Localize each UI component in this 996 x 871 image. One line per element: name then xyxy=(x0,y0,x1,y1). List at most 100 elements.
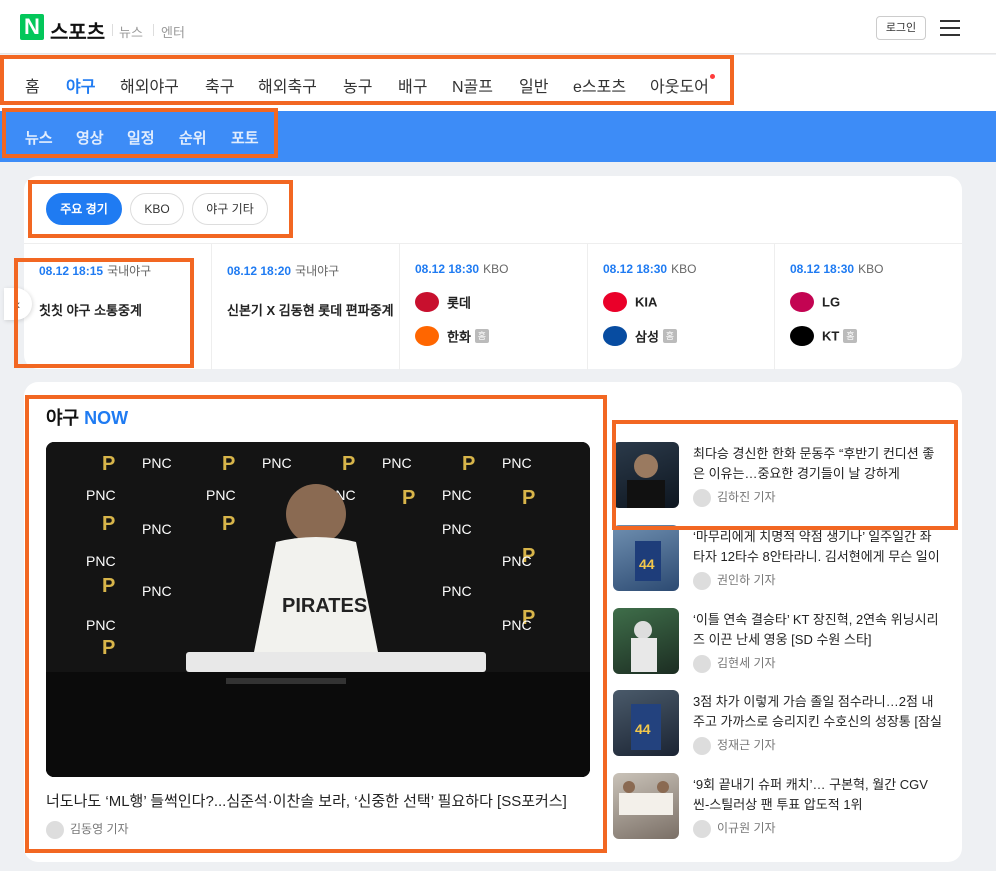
game-time: 08.12 18:20 국내야구 xyxy=(227,264,340,278)
subnav-news[interactable]: 뉴스 xyxy=(25,127,53,148)
svg-text:P: P xyxy=(402,487,415,509)
category-volleyball[interactable]: 배구 xyxy=(398,73,427,97)
tigers-emblem-icon xyxy=(603,292,627,312)
category-general[interactable]: 일반 xyxy=(519,73,548,97)
eagles-emblem-icon xyxy=(415,326,439,346)
game-time: 08.12 18:30 KBO xyxy=(790,262,884,276)
team-home: 삼성 홈 xyxy=(603,326,677,350)
svg-text:PNC: PNC xyxy=(142,455,172,471)
game-time: 08.12 18:30 KBO xyxy=(603,262,697,276)
category-esports[interactable]: e스포츠 xyxy=(573,73,626,97)
reporter-avatar xyxy=(693,819,711,838)
lions-emblem-icon xyxy=(603,326,627,346)
article-headline: ‘마무리에게 치명적 약점 생기나’ 일주일간 좌타자 12타수 8안타라니. … xyxy=(693,529,940,564)
giants-emblem-icon xyxy=(415,292,439,312)
svg-text:PNC: PNC xyxy=(502,553,532,569)
svg-text:P: P xyxy=(102,637,115,659)
game-strip: 08.12 18:15 국내야구 칫칫 야구 소통중계 08.12 18:20 국내… xyxy=(24,243,962,370)
new-dot-icon xyxy=(710,74,715,79)
reporter-avatar xyxy=(693,488,711,507)
sports-logo-text[interactable]: 스포츠 xyxy=(50,16,105,45)
home-badge: 홈 xyxy=(474,329,489,343)
subnav-video[interactable]: 영상 xyxy=(76,127,104,148)
game-card[interactable]: 08.12 18:30 KBO KIA 삼성 홈 xyxy=(588,244,775,370)
side-article[interactable]: ‘이틀 연속 결승타’ KT 장진혁, 2연속 위닝시리즈 이끈 난세 영웅 [… xyxy=(613,608,943,678)
svg-text:PIRATES: PIRATES xyxy=(282,595,367,617)
svg-text:P: P xyxy=(462,453,475,475)
svg-text:PNC: PNC xyxy=(502,617,532,633)
svg-text:P: P xyxy=(222,513,235,535)
category-basketball[interactable]: 농구 xyxy=(343,73,372,97)
game-card[interactable]: 08.12 18:15 국내야구 칫칫 야구 소통중계 xyxy=(24,244,212,370)
svg-text:PNC: PNC xyxy=(382,455,412,471)
category-golf[interactable]: N골프 xyxy=(452,73,493,97)
svg-text:PNC: PNC xyxy=(206,487,236,503)
team-away: LG xyxy=(790,292,840,316)
svg-text:P: P xyxy=(522,487,535,509)
svg-text:PNC: PNC xyxy=(142,583,172,599)
side-article[interactable]: 44 3점 차가 이렇게 가슴 졸일 점수라니…2점 내주고 가까스로 승리지킨… xyxy=(613,690,943,760)
game-card[interactable]: 08.12 18:20 국내야구 신본기 X 김동현 롯데 편파중계 xyxy=(212,244,400,370)
login-button[interactable]: 로그인 xyxy=(876,16,926,40)
article-headline: ‘이틀 연속 결승타’ KT 장진혁, 2연속 위닝시리즈 이끈 난세 영웅 [… xyxy=(693,612,939,647)
reporter-avatar xyxy=(693,571,711,590)
category-baseball[interactable]: 야구 xyxy=(66,73,95,97)
filter-major-games[interactable]: 주요 경기 xyxy=(46,193,122,225)
svg-text:PNC: PNC xyxy=(86,553,116,569)
side-article[interactable]: 최다승 경신한 한화 문동주 “후반기 컨디션 좋은 이유는…중요한 경기들이 … xyxy=(613,442,943,512)
filter-kbo[interactable]: KBO xyxy=(130,193,184,225)
twins-emblem-icon xyxy=(790,292,814,312)
svg-text:P: P xyxy=(102,453,115,475)
home-badge: 홈 xyxy=(843,329,858,343)
category-soccer[interactable]: 축구 xyxy=(205,73,234,97)
svg-text:P: P xyxy=(342,453,355,475)
main-article-headline[interactable]: 너도나도 ‘ML행’ 들썩인다?...심준석·이찬솔 보라, ‘신중한 선택’ … xyxy=(46,790,567,811)
divider xyxy=(112,24,113,36)
subnav-standings[interactable]: 순위 xyxy=(179,127,207,148)
svg-text:PNC: PNC xyxy=(502,455,532,471)
article-byline: 정재근 기자 xyxy=(693,736,776,755)
article-byline: 김현세 기자 xyxy=(693,654,776,673)
article-thumbnail xyxy=(613,442,679,508)
category-overseas-soccer[interactable]: 해외축구 xyxy=(258,73,317,97)
game-card[interactable]: 08.12 18:30 KBO 롯데 한화 홈 xyxy=(400,244,588,370)
home-badge: 홈 xyxy=(662,329,677,343)
article-headline: 최다승 경신한 한화 문동주 “후반기 컨디션 좋은 이유는…중요한 경기들이 … xyxy=(693,446,935,481)
article-thumbnail: 44 xyxy=(613,525,679,591)
svg-text:PNC: PNC xyxy=(262,455,292,471)
article-byline: 이규원 기자 xyxy=(693,819,776,838)
side-article[interactable]: ‘9회 끝내기 슈퍼 캐치’… 구본혁, 월간 CGV 씬-스틸러상 팬 투표 … xyxy=(613,773,943,843)
main-article-byline: 김동영 기자 xyxy=(46,820,129,839)
category-outdoor[interactable]: 아웃도어 xyxy=(650,73,709,97)
svg-text:PNC: PNC xyxy=(142,521,172,537)
wiz-emblem-icon xyxy=(790,326,814,346)
reporter-avatar xyxy=(693,654,711,673)
svg-text:PNC: PNC xyxy=(442,521,472,537)
reporter-avatar xyxy=(693,736,711,755)
category-home[interactable]: 홈 xyxy=(25,73,40,97)
game-title: 신본기 X 김동현 롯데 편파중계 xyxy=(227,303,394,318)
game-time: 08.12 18:15 국내야구 xyxy=(39,264,152,278)
team-home: KT 홈 xyxy=(790,326,858,350)
subnav-photo[interactable]: 포토 xyxy=(231,127,259,148)
svg-text:PNC: PNC xyxy=(86,487,116,503)
svg-text:PNC: PNC xyxy=(86,617,116,633)
svg-text:P: P xyxy=(102,513,115,535)
article-thumbnail xyxy=(613,773,679,839)
subnav-schedule[interactable]: 일정 xyxy=(127,127,155,148)
article-byline: 권인하 기자 xyxy=(693,571,776,590)
article-headline: 3점 차가 이렇게 가슴 졸일 점수라니…2점 내주고 가까스로 승리지킨 수호… xyxy=(693,694,942,729)
link-news[interactable]: 뉴스 xyxy=(119,22,143,41)
svg-text:44: 44 xyxy=(635,721,651,737)
side-article[interactable]: 44 ‘마무리에게 치명적 약점 생기나’ 일주일간 좌타자 12타수 8안타라… xyxy=(613,525,943,595)
link-entertainment[interactable]: 엔터 xyxy=(161,22,185,41)
game-card[interactable]: 08.12 18:30 KBO LG KT 홈 xyxy=(775,244,962,370)
main-article-photo[interactable]: PPPP PPPP PPPP PNC PNC PNC PNC PNC PNC PNC PNC… xyxy=(46,442,590,777)
hamburger-icon[interactable] xyxy=(940,20,960,36)
category-overseas-baseball[interactable]: 해외야구 xyxy=(120,73,179,97)
press-conference-image: PPPP P PP P PPPP PNC PNC PNC PNC PNC PNC PNC PNC… xyxy=(46,442,590,777)
team-away: KIA xyxy=(603,292,657,316)
section-title: 야구 NOW xyxy=(46,408,129,428)
filter-baseball-other[interactable]: 야구 기타 xyxy=(192,193,268,225)
naver-logo-icon[interactable]: N xyxy=(20,14,44,40)
